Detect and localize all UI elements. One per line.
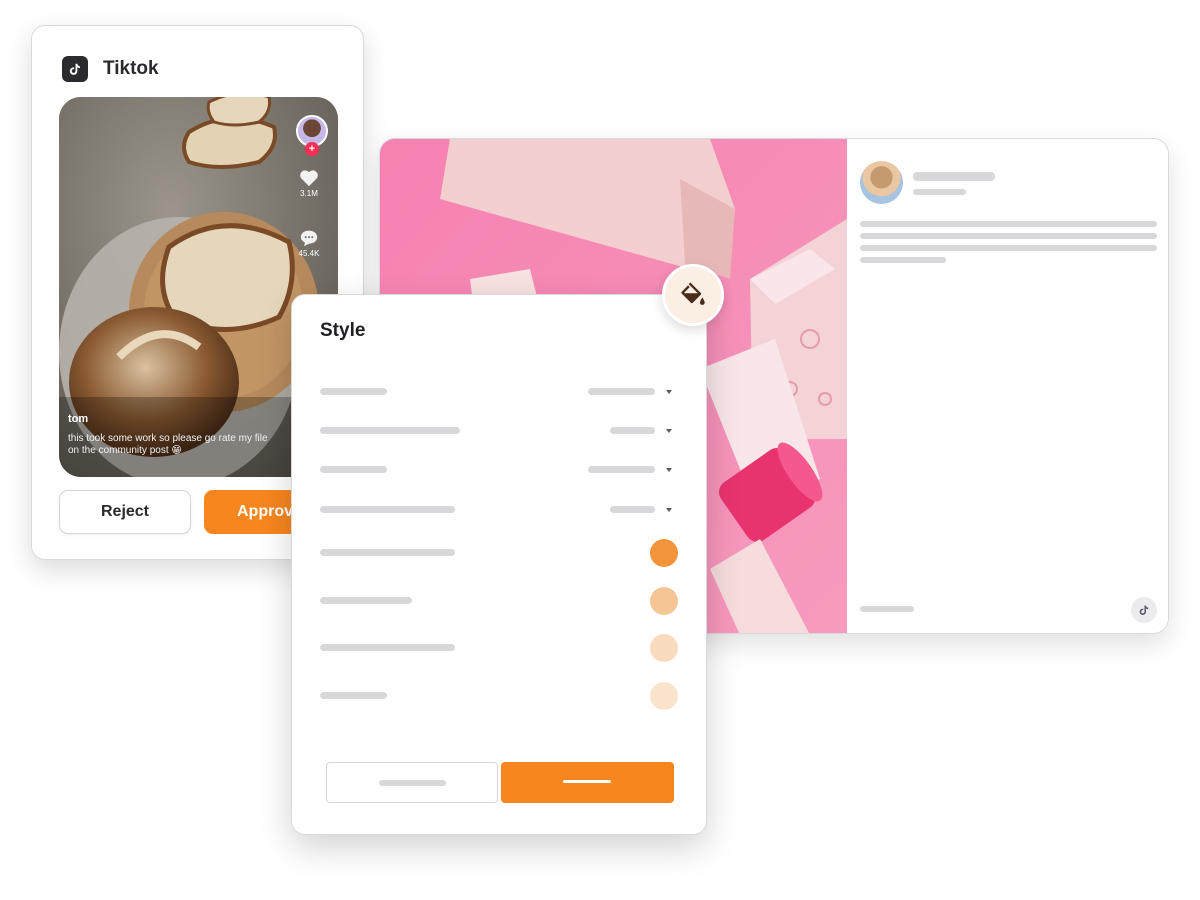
platform-name: Tiktok	[103, 58, 159, 79]
like-count: 3.1M	[300, 189, 318, 198]
tiktok-icon	[62, 56, 88, 82]
comment-stat[interactable]: 45.4K	[289, 229, 329, 258]
button-label-placeholder	[379, 780, 446, 786]
apply-button[interactable]	[501, 762, 674, 803]
post-text-line	[860, 257, 946, 263]
chevron-down-icon	[666, 390, 672, 394]
post-text-line	[860, 221, 1157, 227]
video-username: tom	[68, 413, 89, 425]
color-swatch-3[interactable]	[650, 634, 678, 662]
post-text-line	[860, 245, 1157, 251]
style-panel: Style	[291, 294, 707, 835]
post-date-placeholder	[913, 189, 966, 195]
paint-bucket-icon	[681, 282, 705, 305]
row-label-placeholder	[320, 466, 387, 473]
paint-bucket-button[interactable]	[662, 264, 724, 326]
color-swatch-1[interactable]	[650, 539, 678, 567]
chevron-down-icon	[666, 508, 672, 512]
heart-icon	[300, 170, 318, 187]
color-swatch-4[interactable]	[650, 682, 678, 710]
follow-plus-icon[interactable]: +	[305, 142, 319, 156]
card-header: Tiktok	[62, 56, 159, 82]
cancel-button[interactable]	[326, 762, 498, 803]
reject-button[interactable]: Reject	[59, 490, 191, 534]
panel-title: Style	[320, 320, 366, 341]
row-value-placeholder	[588, 388, 655, 395]
row-value-placeholder	[610, 427, 655, 434]
author-name-placeholder	[913, 172, 995, 181]
comment-icon	[300, 230, 318, 247]
post-details-panel	[847, 139, 1168, 633]
like-stat[interactable]: 3.1M	[289, 169, 329, 198]
row-label-placeholder	[320, 427, 460, 434]
row-label-placeholder	[320, 597, 412, 604]
video-caption: this took some work so please go rate my…	[68, 433, 268, 456]
tiktok-icon	[1131, 597, 1157, 623]
color-swatch-2[interactable]	[650, 587, 678, 615]
row-label-placeholder	[320, 506, 455, 513]
row-label-placeholder	[320, 692, 387, 699]
post-text-line	[860, 233, 1157, 239]
row-value-placeholder	[610, 506, 655, 513]
footer-placeholder	[860, 606, 914, 612]
comment-count: 45.4K	[298, 249, 320, 258]
button-label-placeholder	[563, 780, 611, 783]
author-avatar	[860, 161, 903, 204]
row-value-placeholder	[588, 466, 655, 473]
row-label-placeholder	[320, 549, 455, 556]
row-label-placeholder	[320, 644, 455, 651]
row-label-placeholder	[320, 388, 387, 395]
chevron-down-icon	[666, 468, 672, 472]
chevron-down-icon	[666, 429, 672, 433]
